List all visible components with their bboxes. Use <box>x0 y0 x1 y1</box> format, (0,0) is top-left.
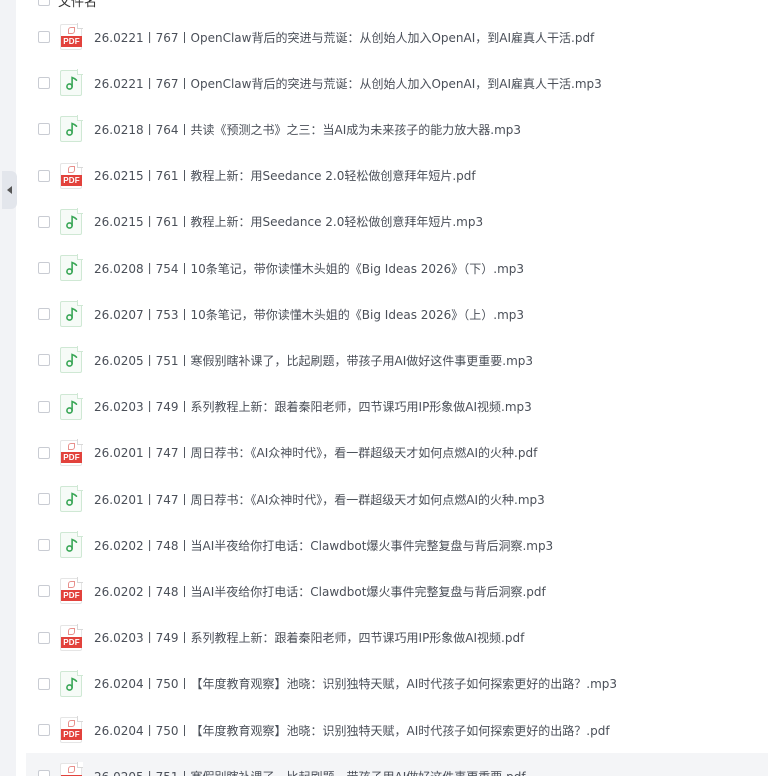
audio-file-icon <box>60 392 83 420</box>
file-name-link[interactable]: 26.0201丨747丨周日荐书：《AI众神时代》，看一群超级天才如何点燃AI的… <box>94 491 545 508</box>
file-name-link[interactable]: 26.0215丨761丨教程上新：用Seedance 2.0轻松做创意拜年短片.… <box>94 167 476 184</box>
audio-file-icon <box>60 485 83 512</box>
audio-file-icon <box>60 254 83 281</box>
audio-file-icon <box>60 207 83 235</box>
row-checkbox[interactable] <box>38 631 50 644</box>
audio-file-icon <box>60 531 83 559</box>
row-checkbox[interactable] <box>38 446 50 459</box>
file-row[interactable]: 26.0221丨767丨OpenClaw背后的突进与荒诞：从创始人加入OpenA… <box>26 60 768 106</box>
row-checkbox[interactable] <box>38 585 50 598</box>
file-name-link[interactable]: 26.0218丨764丨共读《预测之书》之三：当AI成为未来孩子的能力放大器.m… <box>94 121 521 138</box>
row-checkbox[interactable] <box>38 123 50 136</box>
audio-file-icon <box>60 669 83 697</box>
row-checkbox[interactable] <box>38 77 50 90</box>
select-all-checkbox[interactable] <box>38 0 50 6</box>
pdf-file-icon: PDF <box>60 623 83 651</box>
row-checkbox[interactable] <box>38 539 50 552</box>
row-checkbox[interactable] <box>38 169 50 182</box>
chevron-left-icon <box>7 186 12 194</box>
file-row[interactable]: PDF 26.0202丨748丨当AI半夜给你打电话：Clawdbot爆火事件完整… <box>26 568 768 614</box>
file-row[interactable]: 26.0205丨751丨寒假别瞎补课了，比起刷题，带孩子用AI做好这件事更重要.… <box>26 337 768 383</box>
row-checkbox[interactable] <box>38 262 50 274</box>
audio-file-icon <box>60 115 83 143</box>
file-row[interactable]: PDF 26.0205丨751丨寒假别瞎补课了，比起刷题，带孩子用AI做好这件事更… <box>26 753 768 776</box>
file-name-link[interactable]: 26.0203丨749丨系列教程上新：跟着秦阳老师，四节课巧用IP形象做AI视频… <box>94 629 524 646</box>
file-row[interactable]: 26.0215丨761丨教程上新：用Seedance 2.0轻松做创意拜年短片.… <box>26 199 768 245</box>
sidebar-collapse-toggle[interactable] <box>2 171 17 209</box>
file-row[interactable]: 26.0204丨750丨【年度教育观察】池晓：识别独特天赋，AI时代孩子如何探索… <box>26 661 768 707</box>
file-list-header: 文件名 <box>26 0 768 10</box>
file-name-link[interactable]: 26.0205丨751丨寒假别瞎补课了，比起刷题，带孩子用AI做好这件事更重要.… <box>94 352 533 369</box>
row-checkbox[interactable] <box>38 354 50 367</box>
file-row[interactable]: PDF 26.0215丨761丨教程上新：用Seedance 2.0轻松做创意拜年… <box>26 153 768 199</box>
column-header-filename[interactable]: 文件名 <box>58 0 97 10</box>
row-checkbox[interactable] <box>38 215 50 228</box>
file-name-link[interactable]: 26.0204丨750丨【年度教育观察】池晓：识别独特天赋，AI时代孩子如何探索… <box>94 675 617 692</box>
row-checkbox[interactable] <box>38 493 50 505</box>
file-list: 文件名 PDF 26.0221丨767丨OpenClaw背后的突进与荒诞：从创始人… <box>26 0 768 776</box>
file-row[interactable]: 26.0218丨764丨共读《预测之书》之三：当AI成为未来孩子的能力放大器.m… <box>26 106 768 152</box>
row-checkbox[interactable] <box>38 31 50 43</box>
row-checkbox[interactable] <box>38 677 50 690</box>
file-name-link[interactable]: 26.0215丨761丨教程上新：用Seedance 2.0轻松做创意拜年短片.… <box>94 213 483 230</box>
row-checkbox[interactable] <box>38 770 50 776</box>
file-name-link[interactable]: 26.0202丨748丨当AI半夜给你打电话：Clawdbot爆火事件完整复盘与… <box>94 537 553 554</box>
file-name-link[interactable]: 26.0207丨753丨10条笔记，带你读懂木头姐的《Big Ideas 202… <box>94 306 524 323</box>
audio-file-icon <box>60 300 83 328</box>
file-name-link[interactable]: 26.0221丨767丨OpenClaw背后的突进与荒诞：从创始人加入OpenA… <box>94 29 594 46</box>
row-checkbox[interactable] <box>38 308 50 321</box>
pdf-file-icon: PDF <box>60 762 83 776</box>
file-name-link[interactable]: 26.0201丨747丨周日荐书：《AI众神时代》，看一群超级天才如何点燃AI的… <box>94 444 537 461</box>
file-name-link[interactable]: 26.0205丨751丨寒假别瞎补课了，比起刷题，带孩子用AI做好这件事更重要.… <box>94 768 526 776</box>
file-row[interactable]: 26.0201丨747丨周日荐书：《AI众神时代》，看一群超级天才如何点燃AI的… <box>26 476 768 522</box>
file-name-link[interactable]: 26.0202丨748丨当AI半夜给你打电话：Clawdbot爆火事件完整复盘与… <box>94 583 546 600</box>
file-name-link[interactable]: 26.0221丨767丨OpenClaw背后的突进与荒诞：从创始人加入OpenA… <box>94 75 602 92</box>
file-row[interactable]: PDF 26.0203丨749丨系列教程上新：跟着秦阳老师，四节课巧用IP形象做A… <box>26 615 768 661</box>
file-name-link[interactable]: 26.0203丨749丨系列教程上新：跟着秦阳老师，四节课巧用IP形象做AI视频… <box>94 398 532 415</box>
pdf-file-icon: PDF <box>60 438 83 466</box>
file-row[interactable]: PDF 26.0221丨767丨OpenClaw背后的突进与荒诞：从创始人加入Op… <box>26 14 768 60</box>
file-name-link[interactable]: 26.0204丨750丨【年度教育观察】池晓：识别独特天赋，AI时代孩子如何探索… <box>94 722 610 739</box>
pdf-file-icon: PDF <box>60 161 83 189</box>
file-row[interactable]: PDF 26.0201丨747丨周日荐书：《AI众神时代》，看一群超级天才如何点燃… <box>26 430 768 476</box>
audio-file-icon <box>60 346 83 374</box>
file-name-link[interactable]: 26.0208丨754丨10条笔记，带你读懂木头姐的《Big Ideas 202… <box>94 260 524 277</box>
pdf-file-icon: PDF <box>60 23 83 50</box>
file-row[interactable]: 26.0202丨748丨当AI半夜给你打电话：Clawdbot爆火事件完整复盘与… <box>26 522 768 568</box>
left-sidebar-strip <box>0 0 16 776</box>
pdf-file-icon: PDF <box>60 577 83 605</box>
audio-file-icon <box>60 69 83 97</box>
file-row[interactable]: PDF 26.0204丨750丨【年度教育观察】池晓：识别独特天赋，AI时代孩子如… <box>26 707 768 753</box>
file-row[interactable]: 26.0203丨749丨系列教程上新：跟着秦阳老师，四节课巧用IP形象做AI视频… <box>26 384 768 430</box>
pdf-file-icon: PDF <box>60 716 83 743</box>
file-row[interactable]: 26.0207丨753丨10条笔记，带你读懂木头姐的《Big Ideas 202… <box>26 291 768 337</box>
file-row[interactable]: 26.0208丨754丨10条笔记，带你读懂木头姐的《Big Ideas 202… <box>26 245 768 291</box>
row-checkbox[interactable] <box>38 400 50 413</box>
row-checkbox[interactable] <box>38 724 50 736</box>
